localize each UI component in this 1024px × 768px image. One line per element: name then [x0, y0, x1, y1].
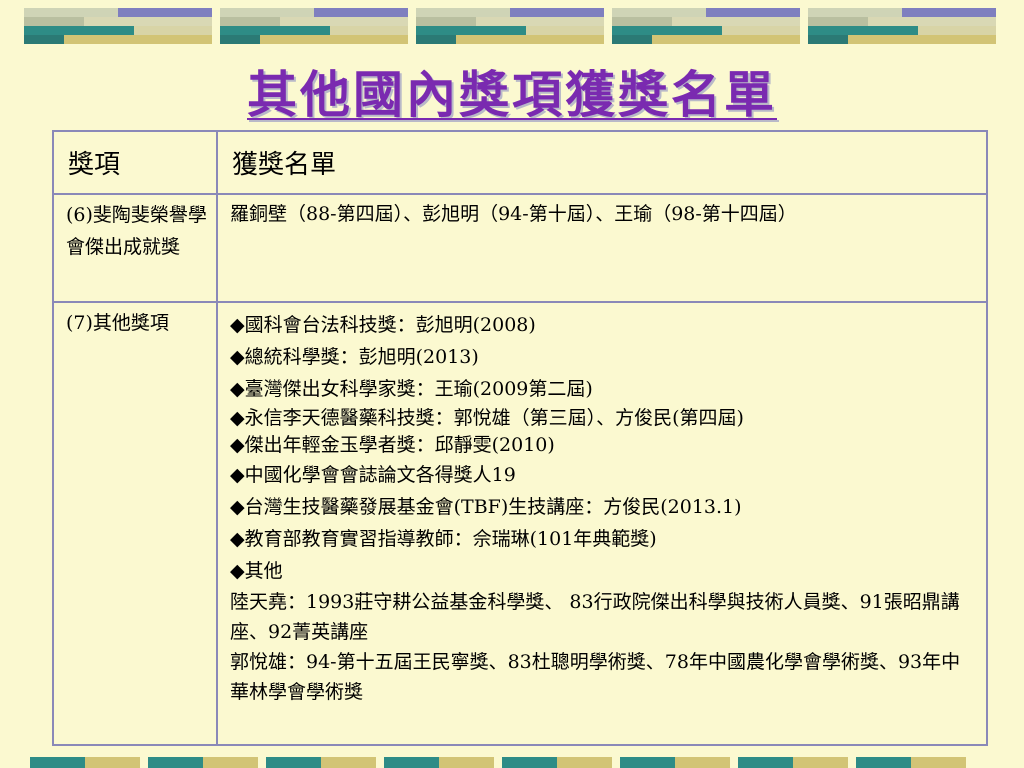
list-item: ◆臺灣傑出女科學家獎：王瑜(2009第二屆): [230, 378, 593, 400]
awards-table: 獎項 獲獎名單 (6)斐陶斐榮譽學會傑出成就獎 羅銅壁（88-第四屆）、彭旭明（…: [52, 130, 988, 746]
decoration-block: [24, 8, 212, 46]
decoration-block: [502, 757, 612, 768]
table-header-row: 獎項 獲獎名單: [52, 130, 988, 195]
table-row: (7)其他獎項 ◆國科會台法科技獎：彭旭明(2008) ◆總統科學獎：彭旭明(2…: [52, 301, 988, 746]
decoration-block: [30, 757, 140, 768]
list-item: ◆總統科學獎：彭旭明(2013): [230, 346, 479, 368]
list-item: ◆中國化學會會誌論文各得獎人19: [230, 464, 516, 486]
list-item: ◆台灣生技醫藥發展基金會(TBF)生技講座：方俊民(2013.1): [230, 496, 742, 518]
decoration-block: [856, 757, 966, 768]
top-decoration-band: [24, 8, 996, 46]
decoration-block: [384, 757, 494, 768]
list-item: ◆教育部教育實習指導教師：佘瑞琳(101年典範獎): [230, 528, 657, 550]
paragraph: 郭悅雄：94-第十五屆王民寧獎、83杜聰明學術獎、78年中國農化學會學術獎、93…: [230, 651, 961, 703]
table-row: (6)斐陶斐榮譽學會傑出成就獎 羅銅壁（88-第四屆）、彭旭明（94-第十屆）、…: [52, 193, 988, 303]
list-item: ◆傑出年輕金玉學者獎：邱靜雯(2010): [230, 434, 555, 456]
decoration-block: [612, 8, 800, 46]
decoration-block: [266, 757, 376, 768]
list-item: ◆永信李天德醫藥科技獎：郭悅雄（第三屆）、方俊民(第四屆): [230, 407, 744, 429]
list-item: ◆國科會台法科技獎：彭旭明(2008): [230, 314, 536, 336]
decoration-block: [220, 8, 408, 46]
list-item: ◆其他: [230, 560, 283, 582]
header-winners: 獲獎名單: [216, 130, 988, 195]
paragraph: 陸天堯：1993莊守耕公益基金科學獎、 83行政院傑出科學與技術人員獎、91張昭…: [230, 591, 960, 643]
winners-text: 羅銅壁（88-第四屆）、彭旭明（94-第十屆）、王瑜（98-第十四屆）: [230, 203, 797, 225]
page-title: 其他國內獎項獲獎名單: [247, 65, 777, 124]
bottom-decoration-band: [30, 757, 966, 768]
award-name-cell: (6)斐陶斐榮譽學會傑出成就獎: [52, 193, 218, 303]
award-name-cell: (7)其他獎項: [52, 301, 218, 746]
header-award: 獎項: [52, 130, 218, 195]
award-name: (7)其他獎項: [66, 312, 169, 334]
award-name: (6)斐陶斐榮譽學會傑出成就獎: [66, 204, 207, 258]
decoration-block: [416, 8, 604, 46]
decoration-block: [148, 757, 258, 768]
winners-cell: 羅銅壁（88-第四屆）、彭旭明（94-第十屆）、王瑜（98-第十四屆）: [216, 193, 988, 303]
decoration-block: [808, 8, 996, 46]
winners-cell: ◆國科會台法科技獎：彭旭明(2008) ◆總統科學獎：彭旭明(2013) ◆臺灣…: [216, 301, 988, 746]
decoration-block: [620, 757, 730, 768]
decoration-block: [738, 757, 848, 768]
